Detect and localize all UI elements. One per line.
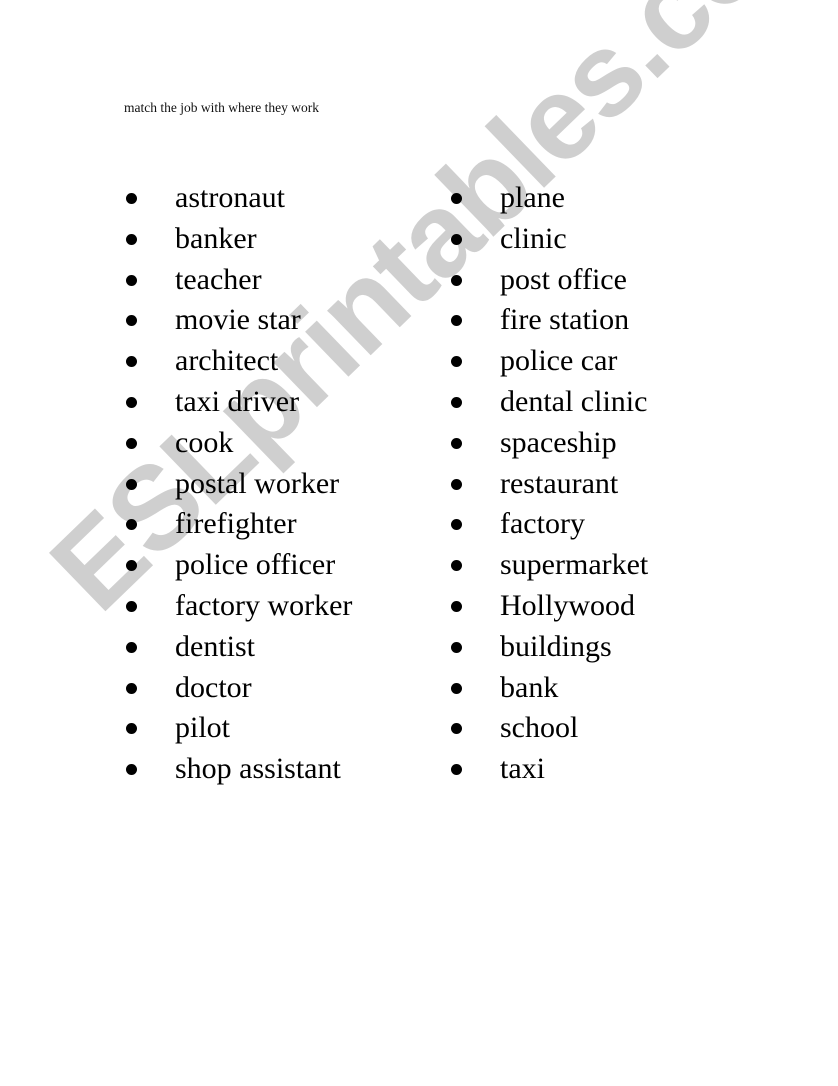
place-label: school	[500, 711, 579, 745]
place-label: dental clinic	[500, 384, 648, 418]
job-label: doctor	[175, 670, 252, 704]
bullet-icon	[451, 600, 462, 612]
place-label: supermarket	[500, 548, 649, 582]
bullet-icon	[126, 274, 137, 286]
bullet-icon	[126, 560, 137, 572]
bullet-icon	[451, 723, 462, 735]
bullet-icon	[126, 478, 137, 490]
bullet-icon	[451, 560, 462, 572]
place-label: taxi	[500, 752, 545, 786]
instruction-text: match the job with where they work	[124, 100, 319, 115]
job-label: dentist	[175, 629, 255, 663]
bullet-icon	[451, 356, 462, 368]
bullet-icon	[451, 396, 462, 408]
job-label: factory worker	[175, 588, 353, 622]
bullet-icon	[451, 274, 462, 286]
job-label: taxi driver	[175, 384, 300, 418]
bullet-icon	[451, 519, 462, 531]
bullet-icon	[451, 682, 462, 694]
bullet-icon	[451, 233, 462, 245]
worksheet-page: ESLprintables.com match the job with whe…	[0, 0, 838, 1086]
job-label: movie star	[175, 303, 301, 337]
place-label: post office	[500, 262, 627, 296]
job-label: shop assistant	[175, 752, 341, 786]
place-label: buildings	[500, 629, 612, 663]
bullet-icon	[451, 193, 462, 204]
bullet-icon	[126, 641, 137, 653]
job-label: cook	[175, 425, 234, 459]
place-label: Hollywood	[500, 588, 635, 622]
job-label: teacher	[175, 262, 262, 296]
bullet-icon	[126, 356, 137, 368]
bullet-icon	[126, 315, 137, 327]
place-label: fire station	[500, 303, 630, 337]
bullet-icon	[451, 641, 462, 653]
job-label: postal worker	[175, 466, 340, 500]
place-label: factory	[500, 507, 585, 541]
bullet-icon	[126, 437, 137, 449]
job-label: firefighter	[175, 507, 297, 541]
job-label: banker	[175, 221, 257, 255]
place-label: clinic	[500, 221, 567, 255]
bullet-icon	[126, 519, 137, 531]
bullet-icon	[451, 437, 462, 449]
job-label: police officer	[175, 548, 336, 582]
watermark: ESLprintables.com	[26, 0, 838, 636]
place-label: spaceship	[500, 425, 617, 459]
bullet-icon	[126, 682, 137, 694]
place-label: bank	[500, 670, 559, 704]
job-label: architect	[175, 344, 279, 378]
bullet-icon	[451, 764, 462, 776]
bullet-icon	[126, 233, 137, 245]
place-label: restaurant	[500, 466, 619, 500]
bullet-icon	[126, 723, 137, 735]
job-label: astronaut	[175, 181, 285, 214]
bullet-icon	[126, 764, 137, 776]
job-label: pilot	[175, 711, 231, 745]
place-label: police car	[500, 344, 618, 378]
bullet-icon	[451, 315, 462, 327]
bullet-icon	[126, 193, 137, 204]
bullet-icon	[126, 600, 137, 612]
place-label: plane	[500, 181, 565, 214]
bullet-icon	[126, 396, 137, 408]
bullet-icon	[451, 478, 462, 490]
